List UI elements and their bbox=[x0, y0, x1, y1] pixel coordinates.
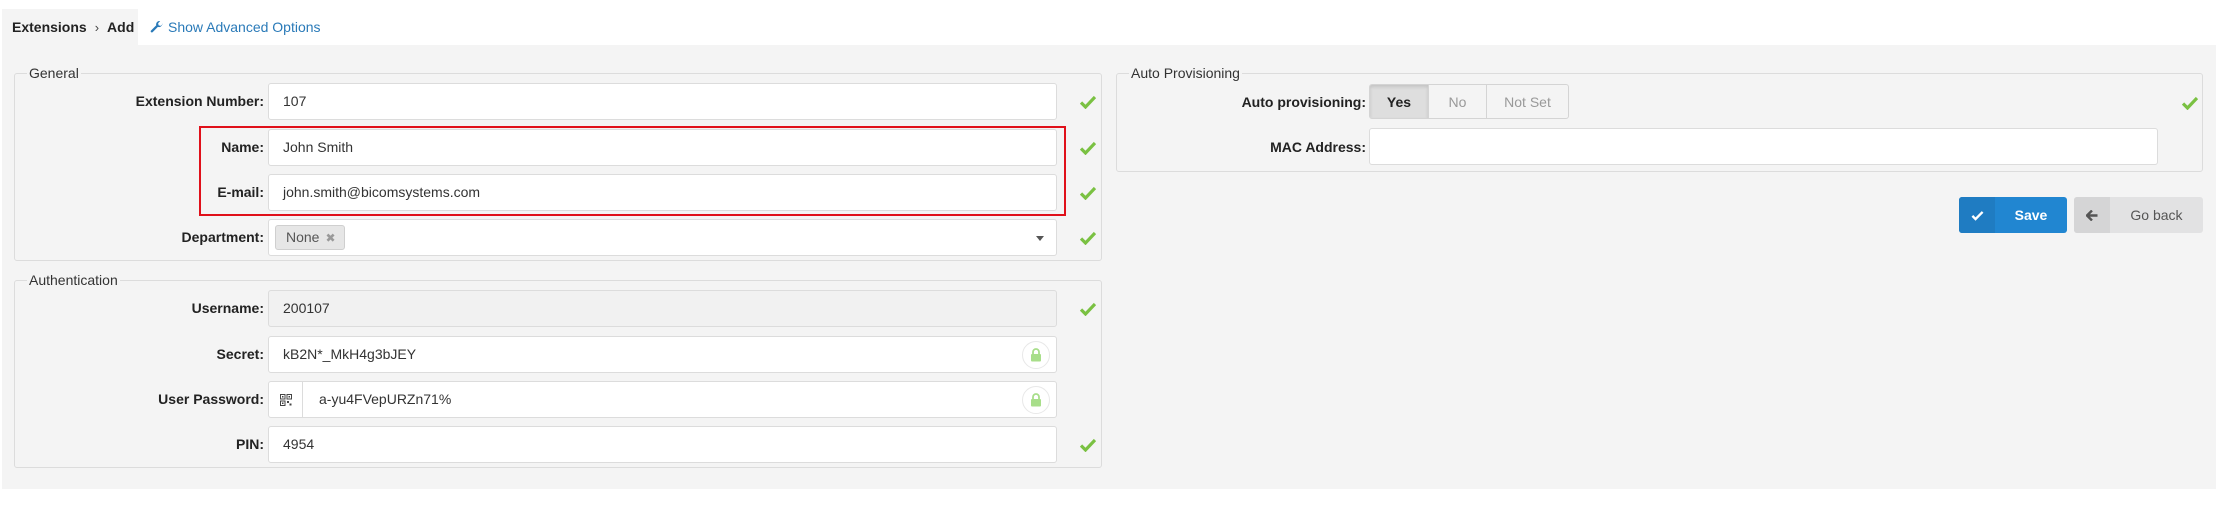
user-password-value: a-yu4FVepURZn71% bbox=[319, 391, 452, 407]
valid-check-icon bbox=[1080, 95, 1096, 109]
general-legend: General bbox=[27, 64, 81, 82]
pin-label: PIN: bbox=[236, 436, 264, 452]
extension-number-input[interactable]: 107 bbox=[268, 83, 1057, 120]
save-button[interactable]: Save bbox=[1959, 197, 2067, 233]
valid-check-icon bbox=[1080, 186, 1096, 200]
valid-check-icon bbox=[1080, 438, 1096, 452]
email-label: E-mail: bbox=[217, 184, 264, 200]
valid-check-icon bbox=[1080, 302, 1096, 316]
check-icon bbox=[1959, 197, 1995, 233]
wrench-icon bbox=[150, 20, 163, 32]
email-input[interactable]: john.smith@bicomsystems.com bbox=[268, 174, 1057, 211]
chevron-down-icon[interactable] bbox=[1036, 236, 1044, 241]
auto-provisioning-toggle: Yes No Not Set bbox=[1369, 84, 1569, 119]
mac-address-label: MAC Address: bbox=[1270, 139, 1366, 155]
breadcrumb-current: Add bbox=[107, 19, 135, 35]
lock-icon[interactable] bbox=[1022, 341, 1050, 369]
department-tag: None ✖ bbox=[275, 225, 345, 250]
user-password-input[interactable]: a-yu4FVepURZn71% bbox=[268, 381, 1057, 418]
pin-input[interactable]: 4954 bbox=[268, 426, 1057, 463]
name-input[interactable]: John Smith bbox=[268, 129, 1057, 166]
valid-check-icon bbox=[2182, 96, 2198, 110]
remove-tag-icon[interactable]: ✖ bbox=[325, 231, 335, 245]
department-label: Department: bbox=[181, 229, 264, 245]
auto-provisioning-label: Auto provisioning: bbox=[1241, 94, 1366, 110]
show-advanced-options-label: Show Advanced Options bbox=[168, 19, 321, 35]
auto-provisioning-not-set[interactable]: Not Set bbox=[1487, 85, 1568, 118]
secret-label: Secret: bbox=[216, 346, 264, 362]
go-back-label: Go back bbox=[2130, 207, 2183, 223]
breadcrumb-separator: › bbox=[94, 19, 100, 35]
authentication-legend: Authentication bbox=[27, 271, 120, 289]
extension-number-label: Extension Number: bbox=[135, 93, 264, 109]
auto-provisioning-legend: Auto Provisioning bbox=[1129, 64, 1242, 82]
qr-code-icon[interactable] bbox=[269, 382, 303, 417]
breadcrumb-parent[interactable]: Extensions bbox=[12, 19, 87, 35]
mac-address-input[interactable] bbox=[1369, 128, 2158, 165]
show-advanced-options-link[interactable]: Show Advanced Options bbox=[150, 9, 321, 45]
breadcrumb: Extensions › Add bbox=[2, 9, 138, 45]
department-tag-label: None bbox=[286, 229, 320, 245]
lock-icon[interactable] bbox=[1022, 386, 1050, 414]
go-back-button[interactable]: Go back bbox=[2074, 197, 2203, 233]
auto-provisioning-no[interactable]: No bbox=[1429, 85, 1487, 118]
username-label: Username: bbox=[191, 300, 264, 316]
valid-check-icon bbox=[1080, 141, 1096, 155]
user-password-label: User Password: bbox=[158, 391, 264, 407]
secret-value: kB2N*_MkH4g3bJEY bbox=[283, 346, 417, 362]
name-label: Name: bbox=[221, 139, 264, 155]
secret-input[interactable]: kB2N*_MkH4g3bJEY bbox=[268, 336, 1057, 373]
valid-check-icon bbox=[1080, 231, 1096, 245]
arrow-left-icon bbox=[2074, 197, 2110, 233]
auto-provisioning-yes[interactable]: Yes bbox=[1370, 85, 1429, 118]
save-label: Save bbox=[2014, 207, 2048, 223]
department-select[interactable]: None ✖ bbox=[268, 219, 1057, 256]
username-input[interactable]: 200107 bbox=[268, 290, 1057, 327]
